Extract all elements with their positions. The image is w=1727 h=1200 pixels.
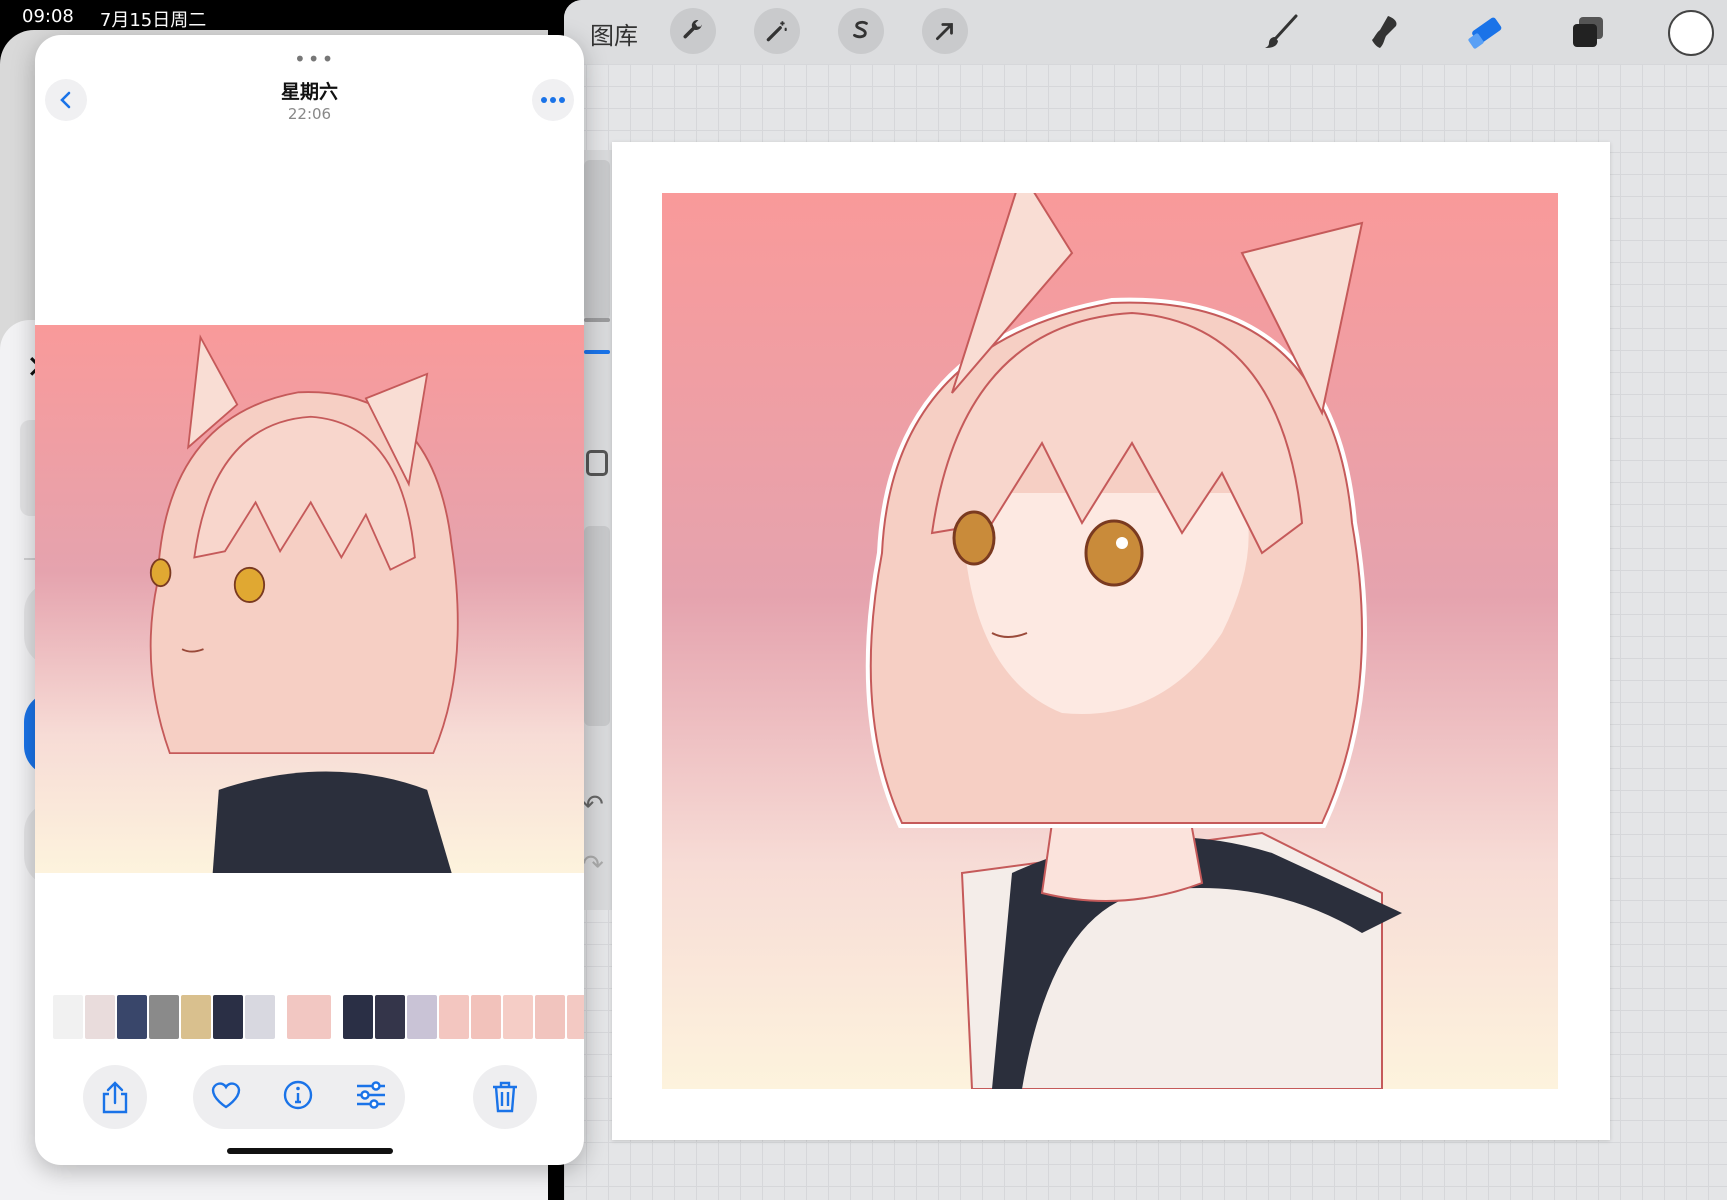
- modify-square-icon[interactable]: [586, 450, 608, 476]
- photo-thumbnail[interactable]: [277, 995, 285, 1039]
- photo-actions: [35, 1065, 584, 1131]
- thumbnail-strip[interactable]: [53, 995, 584, 1041]
- photo-thumbnail[interactable]: [287, 995, 331, 1039]
- adjust-button[interactable]: [354, 1080, 388, 1114]
- photo-time: 22:06: [287, 105, 332, 123]
- photo-thumbnail[interactable]: [567, 995, 584, 1039]
- layers-icon[interactable]: [1566, 10, 1610, 54]
- photo-thumbnail[interactable]: [53, 995, 83, 1039]
- status-time: 09:08: [22, 6, 74, 27]
- slider-handle[interactable]: [584, 318, 610, 322]
- photo-thumbnail[interactable]: [149, 995, 179, 1039]
- smudge-icon[interactable]: [1362, 10, 1406, 54]
- favorite-button[interactable]: [210, 1080, 242, 1114]
- info-button[interactable]: [282, 1079, 314, 1115]
- gallery-button[interactable]: 图库: [590, 16, 638, 51]
- photo-thumbnail[interactable]: [85, 995, 115, 1039]
- photo-thumbnail[interactable]: [213, 995, 243, 1039]
- brush-size-slider[interactable]: [584, 160, 610, 320]
- slider-handle-active[interactable]: [584, 350, 610, 354]
- photo-preview[interactable]: [35, 325, 584, 873]
- trash-icon: [493, 1081, 517, 1113]
- status-bar: 09:08 7月15日周二: [0, 0, 560, 31]
- magic-wand-icon[interactable]: [754, 8, 800, 54]
- selection-icon[interactable]: [838, 8, 884, 54]
- photo-thumbnail[interactable]: [439, 995, 469, 1039]
- window-grabber[interactable]: •••: [294, 47, 335, 71]
- photo-thumbnail[interactable]: [245, 995, 275, 1039]
- more-icon: [541, 97, 565, 103]
- photo-thumbnail[interactable]: [535, 995, 565, 1039]
- home-indicator[interactable]: [227, 1148, 393, 1154]
- photo-thumbnail[interactable]: [471, 995, 501, 1039]
- info-icon: [283, 1080, 313, 1110]
- share-button[interactable]: [83, 1065, 147, 1129]
- eraser-icon[interactable]: [1464, 10, 1508, 54]
- transform-arrow-icon[interactable]: [922, 8, 968, 54]
- photo-action-group: [193, 1065, 405, 1129]
- status-date: 7月15日周二: [99, 10, 207, 31]
- heart-icon: [211, 1082, 241, 1109]
- delete-button[interactable]: [473, 1065, 537, 1129]
- photo-thumbnail[interactable]: [181, 995, 211, 1039]
- opacity-slider[interactable]: [584, 526, 610, 726]
- canvas-artwork[interactable]: [662, 193, 1558, 1089]
- photos-popup: ••• 星期六 22:06: [35, 35, 584, 1165]
- photo-title: 星期六: [280, 81, 338, 103]
- photo-thumbnail[interactable]: [407, 995, 437, 1039]
- brush-icon[interactable]: [1260, 10, 1304, 54]
- share-icon: [102, 1081, 128, 1114]
- more-button[interactable]: [532, 79, 574, 121]
- photo-thumbnail[interactable]: [333, 995, 341, 1039]
- adjust-icon: [357, 1081, 385, 1109]
- undo-icon[interactable]: ↶: [582, 790, 604, 820]
- redo-icon[interactable]: ↷: [582, 850, 604, 880]
- wrench-icon[interactable]: [670, 8, 716, 54]
- photo-thumbnail[interactable]: [117, 995, 147, 1039]
- color-picker-button[interactable]: [1668, 10, 1714, 56]
- photo-thumbnail[interactable]: [375, 995, 405, 1039]
- photo-thumbnail[interactable]: [503, 995, 533, 1039]
- procreate-toolbar: 图库: [564, 0, 1727, 64]
- photo-thumbnail[interactable]: [343, 995, 373, 1039]
